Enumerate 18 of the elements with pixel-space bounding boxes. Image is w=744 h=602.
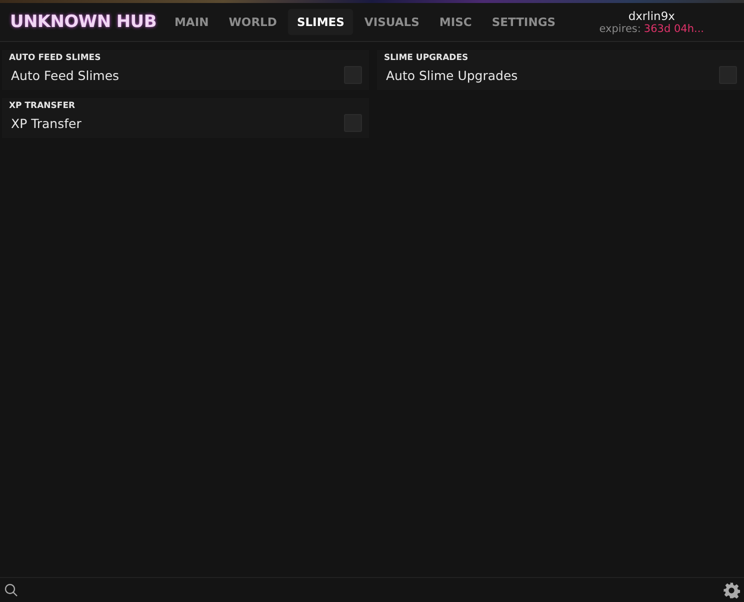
logo: UNKNOWN HUB (10, 12, 156, 32)
tab[interactable]: SLIMES (288, 9, 354, 35)
section-title: XP TRANSFER (9, 101, 76, 111)
section-title: SLIME UPGRADES (384, 53, 470, 63)
settings-icon[interactable] (723, 582, 740, 598)
username: dxrlin9x (628, 9, 675, 23)
expires-value: 363d 04h... (644, 23, 704, 35)
tab[interactable]: MISC (430, 9, 481, 35)
toggle-label: Auto Slime Upgrades (386, 68, 518, 82)
tab[interactable]: VISUALS (355, 9, 428, 35)
toggle-label: XP Transfer (11, 116, 82, 130)
search-icon (4, 583, 18, 597)
section-title: AUTO FEED SLIMES (9, 53, 102, 63)
tab[interactable]: WORLD (220, 9, 286, 35)
toggle-label: Auto Feed Slimes (11, 68, 120, 82)
expires-label: expires: (599, 23, 641, 35)
tab[interactable]: MAIN (165, 9, 218, 35)
tab[interactable]: SETTINGS (482, 9, 565, 35)
